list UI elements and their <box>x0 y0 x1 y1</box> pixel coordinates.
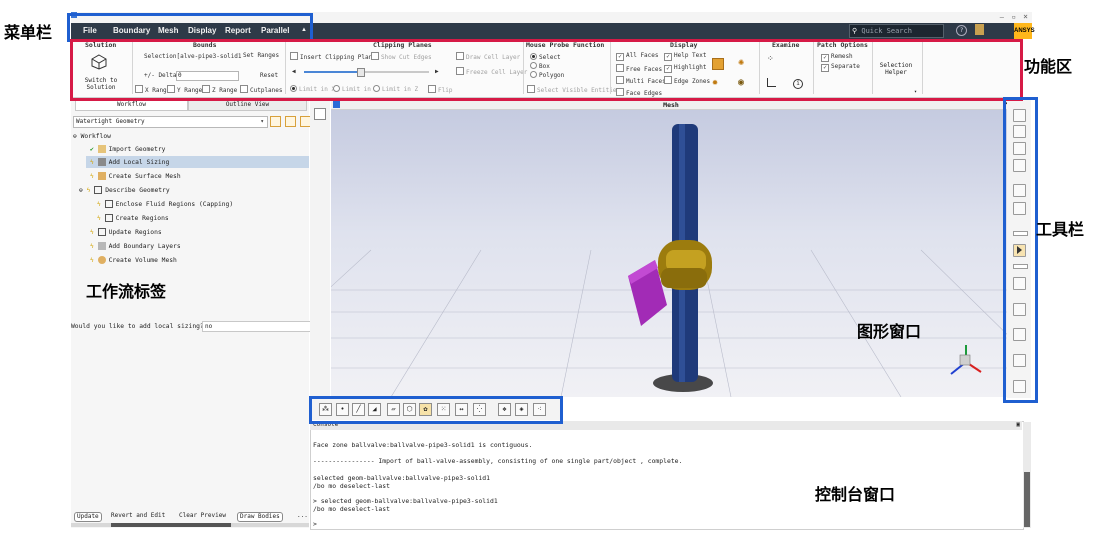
label-ribbon: 功能区 <box>1024 57 1073 76</box>
geometry-icon <box>94 186 103 194</box>
console-line: > selected geom-ballvalve:ballvalve-pipe… <box>313 497 498 505</box>
volume-mesh-icon <box>97 256 106 264</box>
selection-toolbar-highlight-box <box>309 396 563 424</box>
lightning-icon: ϟ <box>90 257 94 264</box>
lightning-icon: ϟ <box>97 215 101 222</box>
console-scrollbar[interactable] <box>1023 422 1031 528</box>
console-prompt[interactable]: > <box>313 520 317 528</box>
task-add-local-sizing[interactable]: ϟ Add Local Sizing <box>90 158 169 166</box>
console-line: Face zone ballvalve:ballvalve-pipe3-soli… <box>313 441 533 449</box>
workflow-panel: Workflow Outline View Watertight Geometr… <box>71 98 311 528</box>
task-label: Create Surface Mesh <box>108 173 181 180</box>
lightning-icon: ϟ <box>90 159 94 166</box>
task-label: Add Local Sizing <box>108 159 170 166</box>
console-line: /bo mo deselect-last <box>313 482 390 490</box>
lightning-icon: ϟ <box>90 229 94 236</box>
graphics-title: Mesh <box>663 101 679 109</box>
regions-icon <box>104 214 113 222</box>
save-icon[interactable] <box>285 116 296 127</box>
chevron-down-icon: ▾ <box>260 118 264 125</box>
label-menubar: 菜单栏 <box>4 23 53 42</box>
task-create-volume-mesh[interactable]: ϟ Create Volume Mesh <box>90 256 177 264</box>
graphics-left-strip <box>310 98 330 398</box>
console-line: ---------------- Import of ball-valve-as… <box>313 457 683 465</box>
refresh-icon[interactable] <box>270 116 281 127</box>
local-sizing-answer-field[interactable]: no <box>202 321 311 332</box>
lightning-icon: ϟ <box>86 187 91 194</box>
toggle-panel-icon[interactable] <box>314 108 326 120</box>
task-label: Describe Geometry <box>105 187 170 194</box>
book-icon[interactable] <box>975 24 984 35</box>
console-scrollbar-thumb[interactable] <box>1024 472 1030 527</box>
collapse-icon[interactable]: ⊖ <box>73 133 77 140</box>
help-icon[interactable]: ? <box>956 25 967 36</box>
ansys-logo: ANSYS <box>1014 23 1035 39</box>
task-create-regions[interactable]: ϟ Create Regions <box>97 214 169 222</box>
minimize-icon[interactable]: – <box>1000 13 1004 21</box>
toolbar-highlight-box <box>1003 97 1038 403</box>
import-icon <box>97 145 106 153</box>
graphics-titlebar: Mesh × <box>331 99 1011 110</box>
console-line: selected geom-ballvalve:ballvalve-pipe3-… <box>313 474 490 482</box>
axis-triad <box>950 345 982 375</box>
workflow-type-value: Watertight Geometry <box>76 118 145 125</box>
task-label: Create Regions <box>115 215 169 222</box>
sizing-icon <box>97 158 106 166</box>
search-icon: ⚲ <box>852 27 858 35</box>
capping-icon <box>104 200 113 208</box>
label-console-window: 控制台窗口 <box>815 485 896 504</box>
console-menu-icon[interactable]: ▣ <box>1016 421 1020 428</box>
valve-lower <box>661 268 707 288</box>
task-label: Update Regions <box>108 229 162 236</box>
task-describe-geometry[interactable]: ⊖ ϟ Describe Geometry <box>79 186 170 194</box>
scrollbar-thumb[interactable] <box>111 523 231 527</box>
label-workflow-tab: 工作流标签 <box>86 282 167 301</box>
graphics-canvas <box>331 124 1011 397</box>
surface-mesh-icon <box>97 172 106 180</box>
task-label: Create Volume Mesh <box>108 257 177 264</box>
check-icon: ✔ <box>90 146 94 153</box>
task-update-regions[interactable]: ϟ Update Regions <box>90 228 162 236</box>
task-label: Add Boundary Layers <box>108 243 181 250</box>
label-toolbar: 工具栏 <box>1036 220 1085 239</box>
tree-root[interactable]: ⊖ Workflow <box>73 133 111 140</box>
task-label: Enclose Fluid Regions (Capping) <box>115 201 234 208</box>
horizontal-scrollbar[interactable] <box>71 523 309 527</box>
label-graphics-window: 图形窗口 <box>857 322 922 341</box>
local-sizing-question: Would you like to add local sizing? <box>71 323 204 330</box>
lightning-icon: ϟ <box>90 173 94 180</box>
layers-icon <box>97 242 106 250</box>
clear-preview-button[interactable]: Clear Preview <box>179 512 226 520</box>
workflow-type-dropdown[interactable]: Watertight Geometry ▾ <box>73 116 268 128</box>
task-import-geometry[interactable]: ✔ Import Geometry <box>90 145 165 153</box>
search-placeholder: Quick Search <box>861 27 912 35</box>
lightning-icon: ϟ <box>97 201 101 208</box>
collapse-icon[interactable]: ⊖ <box>79 187 83 194</box>
maximize-icon[interactable]: ▫ <box>1012 13 1016 21</box>
graphics-window[interactable] <box>331 100 1011 397</box>
task-add-boundary-layers[interactable]: ϟ Add Boundary Layers <box>90 242 181 250</box>
menubar-highlight-box <box>67 13 313 42</box>
update-button[interactable]: Update <box>74 512 102 522</box>
quick-search-input[interactable]: ⚲ Quick Search <box>849 24 944 38</box>
task-create-surface-mesh[interactable]: ϟ Create Surface Mesh <box>90 172 181 180</box>
revert-edit-button[interactable]: Revert and Edit <box>111 512 165 520</box>
console-line: /bo mo deselect-last <box>313 505 390 513</box>
task-label: Import Geometry <box>108 146 166 153</box>
update-regions-icon <box>97 228 106 236</box>
lightning-icon: ϟ <box>90 243 94 250</box>
more-button[interactable]: ... <box>297 512 308 520</box>
task-enclose-fluid-regions[interactable]: ϟ Enclose Fluid Regions (Capping) <box>97 200 233 208</box>
close-window-icon[interactable]: × <box>1023 12 1028 21</box>
draw-bodies-button[interactable]: Draw Bodies <box>237 512 283 522</box>
ribbon-highlight-box <box>70 39 1023 101</box>
tree-root-label: Workflow <box>80 133 111 140</box>
